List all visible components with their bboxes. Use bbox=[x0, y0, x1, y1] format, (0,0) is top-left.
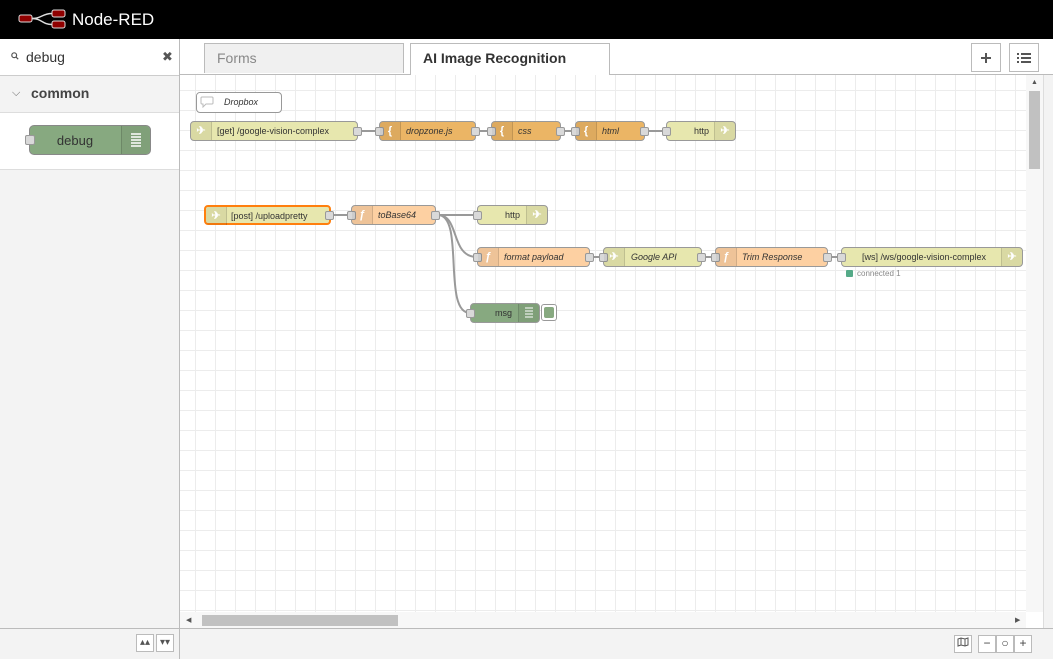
add-tab-button[interactable] bbox=[971, 43, 1001, 72]
category-label: common bbox=[31, 85, 90, 101]
horizontal-scrollbar[interactable]: ◀ ▶ bbox=[180, 612, 1026, 628]
node-label: http bbox=[694, 126, 710, 136]
clear-search-icon[interactable]: ✖ bbox=[162, 49, 173, 65]
globe-icon: ✈ bbox=[526, 206, 547, 224]
output-port[interactable] bbox=[353, 127, 362, 136]
comment-node-dropbox[interactable]: Dropbox bbox=[196, 92, 282, 113]
list-flows-button[interactable] bbox=[1009, 43, 1039, 72]
canvas-footer: − ○ + bbox=[180, 628, 1053, 659]
node-label: msg bbox=[495, 308, 513, 318]
globe-icon: ✈ bbox=[206, 207, 227, 225]
tab-forms[interactable]: Forms bbox=[204, 43, 404, 73]
comment-icon bbox=[197, 93, 217, 111]
expand-all-icon[interactable]: ▾▾ bbox=[156, 634, 174, 652]
palette-search: ✖ bbox=[0, 39, 179, 76]
function-icon: ƒ bbox=[716, 248, 737, 266]
zoom-reset-icon[interactable]: ○ bbox=[996, 635, 1014, 653]
function-icon: ƒ bbox=[478, 248, 499, 266]
output-port[interactable] bbox=[585, 253, 594, 262]
websocket-out-node[interactable]: [ws] /ws/google-vision-complex ✈ bbox=[837, 247, 1023, 267]
vertical-scroll-thumb[interactable] bbox=[1029, 91, 1040, 169]
template-icon: { bbox=[492, 122, 513, 140]
flow-canvas[interactable]: Dropbox ✈ [get] /google-vision-complex {… bbox=[180, 75, 1026, 612]
zoom-in-icon[interactable]: + bbox=[1014, 635, 1032, 653]
function-node-format-payload[interactable]: ƒ format payload bbox=[473, 247, 594, 267]
palette-node-debug[interactable]: debug bbox=[25, 125, 151, 155]
list-icon bbox=[1017, 52, 1031, 63]
scroll-up-icon[interactable]: ▲ bbox=[1031, 79, 1038, 86]
category-common-body: debug bbox=[0, 113, 179, 170]
output-port[interactable] bbox=[431, 211, 440, 220]
header-bar: Node-RED bbox=[0, 0, 1053, 39]
navigator-map-icon[interactable] bbox=[954, 635, 972, 653]
http-response-node-2[interactable]: http ✈ bbox=[473, 205, 548, 225]
palette-search-input[interactable] bbox=[26, 46, 156, 68]
function-node-trim-response[interactable]: ƒ Trim Response bbox=[711, 247, 832, 267]
node-label: css bbox=[518, 126, 532, 136]
input-port[interactable] bbox=[837, 253, 846, 262]
scroll-left-icon[interactable]: ◀ bbox=[186, 616, 191, 624]
globe-icon: ✈ bbox=[604, 248, 625, 266]
status-dot-icon bbox=[846, 270, 853, 277]
output-port[interactable] bbox=[325, 211, 334, 220]
app-title: Node-RED bbox=[72, 10, 155, 29]
debug-node-msg[interactable]: msg bbox=[466, 303, 540, 323]
node-label: http bbox=[505, 210, 521, 220]
debug-toggle-button[interactable] bbox=[541, 304, 557, 321]
node-label: [get] /google-vision-complex bbox=[217, 126, 330, 136]
globe-icon: ✈ bbox=[714, 122, 735, 140]
node-red-logo-icon bbox=[18, 9, 66, 29]
http-response-node-1[interactable]: http ✈ bbox=[662, 121, 736, 141]
chevron-down-icon: ⌵ bbox=[12, 87, 21, 99]
wires bbox=[334, 130, 841, 314]
globe-icon: ✈ bbox=[1001, 248, 1022, 266]
search-icon bbox=[11, 52, 19, 60]
template-node-css[interactable]: { css bbox=[487, 121, 565, 141]
workspace-tabs: Forms AI Image Recognition bbox=[180, 39, 1053, 75]
collapse-all-icon[interactable]: ▴▴ bbox=[136, 634, 154, 652]
input-port[interactable] bbox=[466, 309, 475, 318]
plus-icon bbox=[981, 52, 991, 63]
node-label: toBase64 bbox=[378, 210, 417, 220]
function-icon: ƒ bbox=[352, 206, 373, 224]
tab-ai-image-recognition[interactable]: AI Image Recognition bbox=[410, 43, 610, 75]
vertical-scrollbar[interactable]: ▲ bbox=[1026, 75, 1043, 612]
output-port[interactable] bbox=[556, 127, 565, 136]
node-label: [post] /uploadpretty bbox=[231, 211, 308, 221]
http-in-node-get[interactable]: ✈ [get] /google-vision-complex bbox=[190, 121, 362, 141]
node-label: html bbox=[602, 126, 620, 136]
node-label: [ws] /ws/google-vision-complex bbox=[862, 252, 987, 262]
input-port[interactable] bbox=[473, 211, 482, 220]
debug-list-icon bbox=[518, 304, 539, 322]
category-common-header[interactable]: ⌵ common bbox=[0, 76, 179, 113]
node-label: Trim Response bbox=[742, 252, 803, 262]
template-icon: { bbox=[576, 122, 597, 140]
palette-sidebar: ✖ ⌵ common debug bbox=[0, 39, 180, 628]
palette-node-label: debug bbox=[56, 133, 94, 148]
node-label: dropzone.js bbox=[406, 126, 453, 136]
template-node-html[interactable]: { html bbox=[571, 121, 649, 141]
node-status: connected 1 bbox=[857, 269, 901, 278]
sidebar-edge[interactable] bbox=[1043, 75, 1053, 628]
output-port[interactable] bbox=[471, 127, 480, 136]
http-in-node-post[interactable]: ✈ [post] /uploadpretty bbox=[204, 205, 334, 225]
palette-footer: ▴▴ ▾▾ bbox=[0, 628, 180, 659]
output-port[interactable] bbox=[697, 253, 706, 262]
scroll-right-icon[interactable]: ▶ bbox=[1015, 616, 1020, 624]
debug-list-icon bbox=[121, 126, 150, 154]
node-label: Dropbox bbox=[224, 97, 259, 107]
output-port[interactable] bbox=[640, 127, 649, 136]
node-label: Google API bbox=[631, 252, 677, 262]
function-node-tobase64[interactable]: ƒ toBase64 bbox=[347, 205, 440, 225]
input-port[interactable] bbox=[662, 127, 671, 136]
template-node-dropzone[interactable]: { dropzone.js bbox=[375, 121, 480, 141]
horizontal-scroll-thumb[interactable] bbox=[202, 615, 398, 626]
template-icon: { bbox=[380, 122, 401, 140]
zoom-out-icon[interactable]: − bbox=[978, 635, 996, 653]
output-port[interactable] bbox=[823, 253, 832, 262]
http-request-node-google-api[interactable]: ✈ Google API bbox=[599, 247, 706, 267]
node-label: format payload bbox=[504, 252, 564, 262]
globe-icon: ✈ bbox=[191, 122, 212, 140]
